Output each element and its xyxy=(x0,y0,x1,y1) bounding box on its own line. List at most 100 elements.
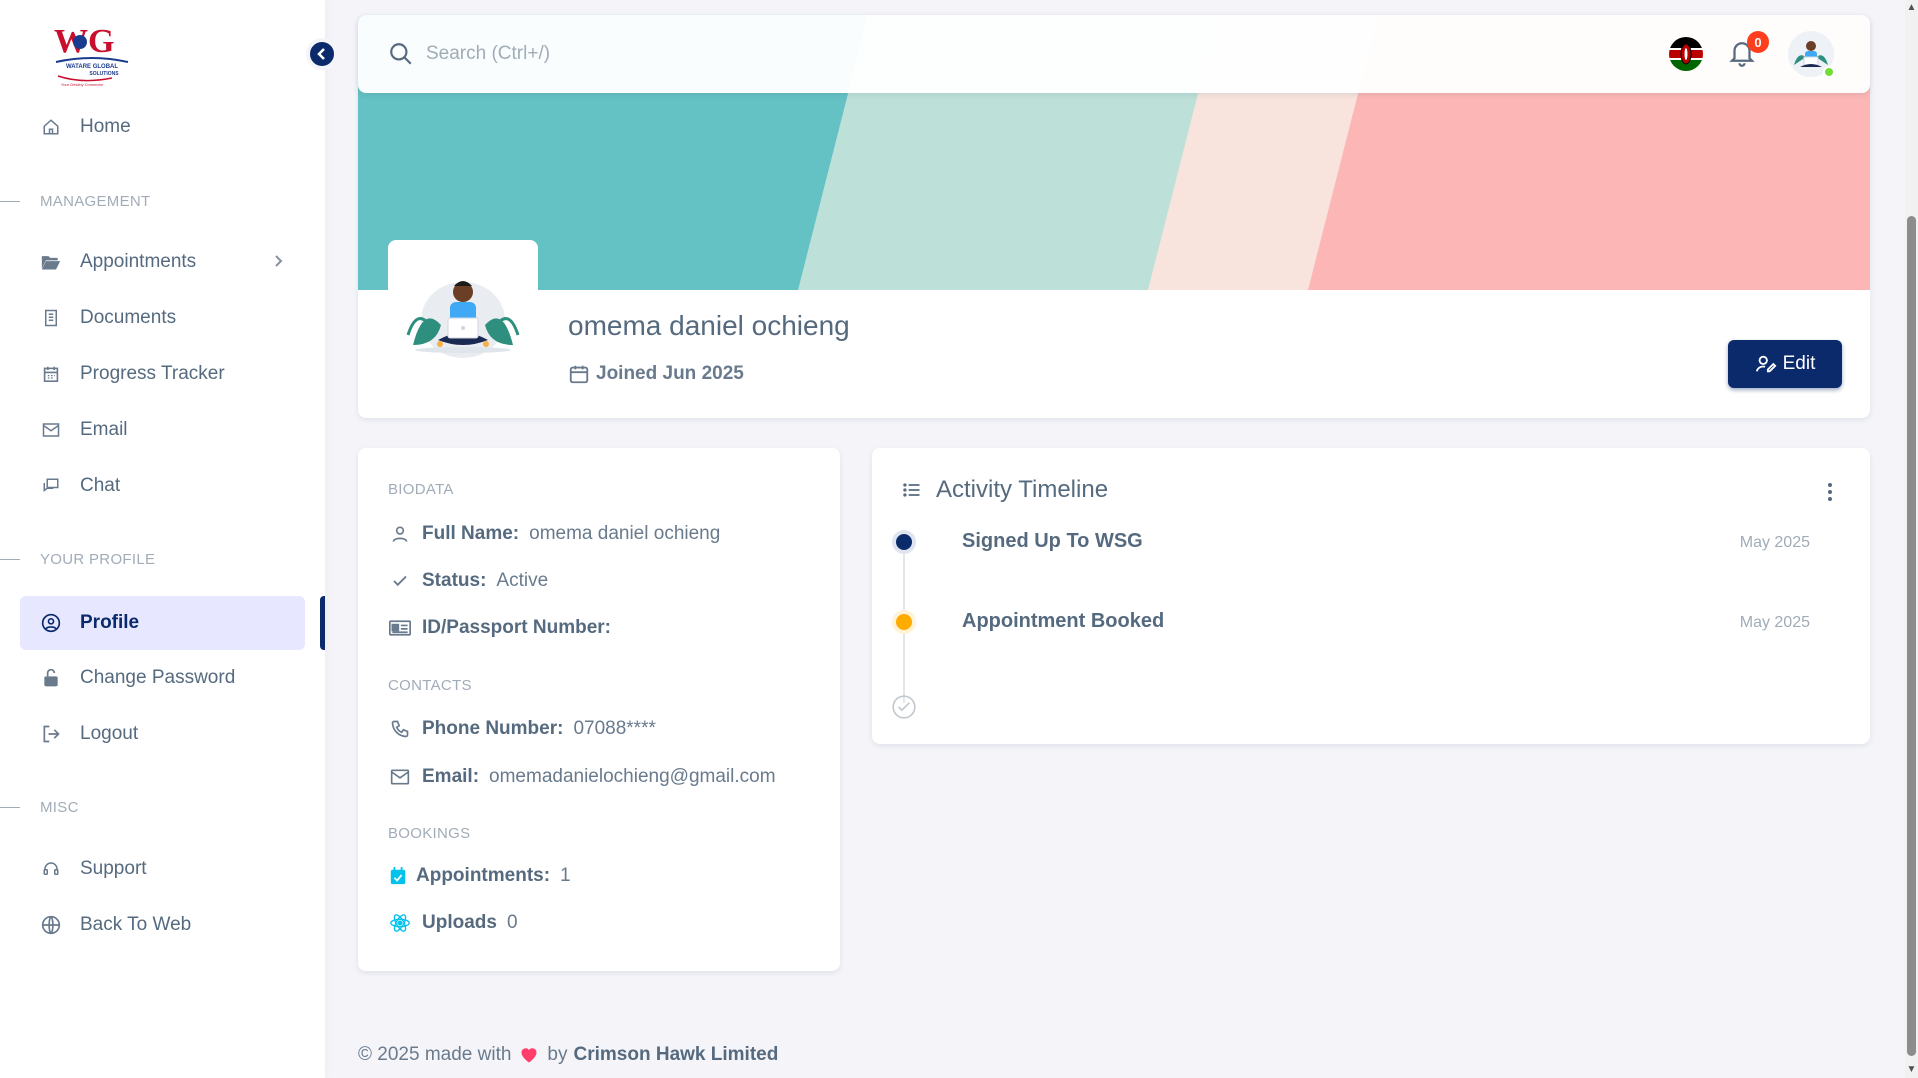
sidebar-item-label: Logout xyxy=(80,723,139,744)
timeline-dot-appointment xyxy=(896,614,912,630)
sidebar-item-label: Chat xyxy=(80,475,121,496)
scroll-up-arrow-icon[interactable]: ▲ xyxy=(1906,2,1917,13)
appointments-row: Appointments: 1 xyxy=(386,864,571,888)
uploads-row: Uploads 0 xyxy=(388,911,518,935)
uploads-label: Uploads xyxy=(422,912,497,933)
calendar-check-icon xyxy=(386,864,410,888)
id-card-icon xyxy=(388,616,412,640)
envelope-icon xyxy=(388,765,412,789)
check-icon xyxy=(388,569,412,593)
phone-icon xyxy=(388,717,412,741)
lock-icon xyxy=(40,667,62,689)
person-laptop-illustration xyxy=(406,281,520,358)
timeline-date: May 2025 xyxy=(1739,534,1810,551)
svg-text:G: G xyxy=(88,23,114,60)
contacts-header: CONTACTS xyxy=(388,677,472,694)
timeline-dot-signup xyxy=(896,534,912,550)
online-status-dot xyxy=(1823,66,1835,78)
sidebar-collapse-button[interactable] xyxy=(306,38,338,70)
sidebar-item-label: Profile xyxy=(80,612,140,633)
timeline-event: Appointment Booked xyxy=(962,610,1165,632)
timeline-date: May 2025 xyxy=(1739,614,1810,631)
active-indicator xyxy=(320,596,325,650)
svg-text:SOLUTIONS: SOLUTIONS xyxy=(89,71,119,77)
logout-icon xyxy=(40,723,62,745)
sidebar-item-label: Back To Web xyxy=(80,914,192,935)
document-icon xyxy=(40,307,62,329)
sidebar-item-appointments[interactable]: Appointments xyxy=(20,235,305,289)
sidebar: W G WATARE GLOBAL SOLUTIONS Your Destiny… xyxy=(0,0,325,1078)
bookings-header: BOOKINGS xyxy=(388,825,471,842)
menu-header-management: MANAGEMENT xyxy=(0,191,151,211)
user-icon xyxy=(388,522,412,546)
timeline-event: Signed Up To WSG xyxy=(962,530,1143,552)
chat-icon xyxy=(40,475,62,497)
email-row: Email: omemadanielochieng@gmail.com xyxy=(388,765,776,789)
phone-row: Phone Number: 07088**** xyxy=(388,717,656,741)
svg-text:Your Destiny Connector: Your Destiny Connector xyxy=(61,82,104,87)
joined-text: Joined Jun 2025 xyxy=(596,363,744,384)
sidebar-item-label: Home xyxy=(80,116,131,137)
footer-company-link[interactable]: Crimson Hawk Limited xyxy=(574,1044,779,1066)
sidebar-item-documents[interactable]: Documents xyxy=(20,291,305,345)
profile-name: omema daniel ochieng xyxy=(568,310,850,341)
phone-value: 07088**** xyxy=(573,718,656,739)
kenya-flag-icon[interactable] xyxy=(1669,37,1703,71)
biodata-header: BIODATA xyxy=(388,481,454,498)
appointments-value: 1 xyxy=(560,865,571,886)
scrollbar-thumb[interactable] xyxy=(1907,216,1916,1056)
scroll-down-arrow-icon[interactable]: ▼ xyxy=(1906,1064,1917,1075)
status-label: Status: xyxy=(422,570,487,591)
search-input[interactable] xyxy=(426,43,1326,65)
joined-date: Joined Jun 2025 xyxy=(568,363,744,385)
sidebar-item-label: Email xyxy=(80,419,128,440)
appointments-label: Appointments: xyxy=(416,865,551,886)
home-icon xyxy=(40,116,62,138)
menu-header-your-profile: YOUR PROFILE xyxy=(0,549,155,569)
notification-badge: 0 xyxy=(1747,31,1769,53)
search-icon[interactable] xyxy=(388,41,414,67)
email-label: Email: xyxy=(422,766,480,787)
status-value: Active xyxy=(496,570,549,591)
sidebar-item-progress-tracker[interactable]: Progress Tracker xyxy=(20,347,305,401)
more-options-icon[interactable] xyxy=(1820,480,1840,504)
react-atom-icon xyxy=(388,911,412,935)
chevron-right-icon xyxy=(271,252,287,276)
footer-by: by xyxy=(547,1044,568,1065)
profile-avatar[interactable] xyxy=(388,240,538,390)
envelope-icon xyxy=(40,419,62,441)
full-name-value: omema daniel ochieng xyxy=(529,523,721,544)
sidebar-item-change-password[interactable]: Change Password xyxy=(20,651,305,705)
page-footer: © 2025 made with by Crimson Hawk Limited xyxy=(358,1044,778,1066)
check-circle-icon xyxy=(891,694,917,720)
sidebar-item-chat[interactable]: Chat xyxy=(20,459,305,513)
logo-icon: W G WATARE GLOBAL SOLUTIONS Your Destiny… xyxy=(54,23,129,87)
activity-timeline-card: Activity Timeline Signed Up To WSG May 2… xyxy=(872,448,1870,744)
sidebar-item-logout[interactable]: Logout xyxy=(20,707,305,761)
list-icon xyxy=(902,479,924,501)
footer-prefix: © 2025 made with xyxy=(358,1044,512,1065)
id-passport-label: ID/Passport Number: xyxy=(422,617,611,638)
sidebar-item-email[interactable]: Email xyxy=(20,403,305,457)
sidebar-item-back-to-web[interactable]: Back To Web xyxy=(20,898,305,952)
user-circle-icon xyxy=(40,612,62,634)
email-value[interactable]: omemadanielochieng@gmail.com xyxy=(489,766,775,788)
sidebar-item-home[interactable]: Home xyxy=(20,100,305,154)
edit-profile-button[interactable]: Edit xyxy=(1728,340,1842,388)
brand-logo[interactable]: W G WATARE GLOBAL SOLUTIONS Your Destiny… xyxy=(52,18,132,88)
id-passport-row: ID/Passport Number: xyxy=(388,616,621,640)
sidebar-item-label: Change Password xyxy=(80,667,236,688)
status-row: Status: Active xyxy=(388,569,548,593)
svg-text:WATARE GLOBAL: WATARE GLOBAL xyxy=(66,64,118,70)
sidebar-item-label: Support xyxy=(80,858,147,879)
calendar-grid-icon xyxy=(40,363,62,385)
sidebar-item-label: Appointments xyxy=(80,251,197,272)
sidebar-item-support[interactable]: Support xyxy=(20,842,305,896)
sidebar-item-profile[interactable]: Profile xyxy=(20,596,305,650)
sidebar-item-label: Progress Tracker xyxy=(80,363,225,384)
phone-label: Phone Number: xyxy=(422,718,564,739)
timeline-title-text: Activity Timeline xyxy=(936,476,1109,503)
top-navbar: 0 xyxy=(358,15,1870,93)
heart-icon xyxy=(519,1045,539,1065)
biodata-card: BIODATA Full Name: omema daniel ochieng … xyxy=(358,448,840,971)
